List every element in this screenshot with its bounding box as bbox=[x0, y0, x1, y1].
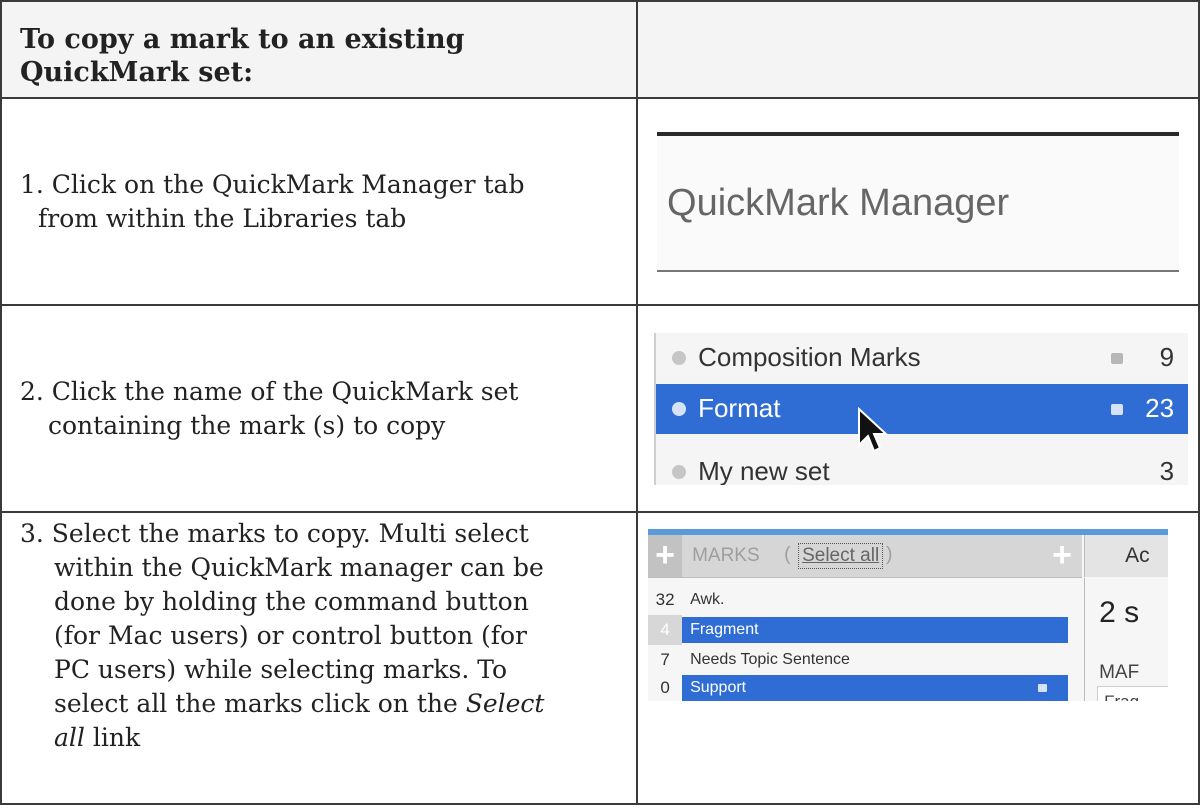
mark-count: 7 bbox=[660, 650, 670, 669]
step-1-cell: 1. Click on the QuickMark Manager tab fr… bbox=[0, 97, 639, 306]
mark-label: Fragment bbox=[682, 617, 1069, 643]
tab-top-rule bbox=[657, 131, 1180, 136]
set-count: 23 bbox=[1145, 392, 1175, 423]
marks-header-title: MARKS bbox=[692, 545, 760, 566]
section-title-line1: To copy a mark to an existing bbox=[20, 23, 465, 55]
set-count: 3 bbox=[1159, 455, 1175, 485]
mark-count: 0 bbox=[660, 678, 670, 697]
selected-mark-chip: Frag bbox=[1097, 686, 1169, 701]
step-2-cell: 2. Click the name of the QuickMark set c… bbox=[0, 304, 639, 513]
set-name: Format bbox=[698, 392, 781, 423]
quickmark-manager-tab-image: QuickMark Manager bbox=[657, 131, 1180, 272]
set-row-my-new-set[interactable]: My new set 3 bbox=[656, 447, 1188, 485]
add-set-plus-icon[interactable]: + bbox=[648, 535, 683, 577]
set-dot-icon bbox=[672, 401, 687, 416]
set-dot-icon bbox=[672, 350, 687, 365]
mark-count: 4 bbox=[648, 615, 683, 645]
lock-icon bbox=[1111, 352, 1124, 364]
select-all-link[interactable]: Select all bbox=[798, 543, 884, 569]
set-name: My new set bbox=[698, 455, 830, 485]
section-title: To copy a mark to an existing QuickMark … bbox=[2, 11, 636, 89]
add-mark-plus-icon[interactable]: + bbox=[1042, 535, 1082, 577]
step-2-image-cell: Composition Marks 9 Format 23 My new set… bbox=[636, 304, 1200, 513]
right-pane-header: Ac bbox=[1084, 535, 1169, 577]
marks-list-image: + MARKS ( Select all ) + Ac 32 Awk. 4 Fr… bbox=[648, 529, 1169, 701]
mark-row-fragment[interactable]: 4 Fragment bbox=[648, 615, 1082, 645]
mouse-cursor-icon bbox=[858, 406, 889, 452]
step-1-image-cell: QuickMark Manager bbox=[636, 97, 1200, 306]
set-name: Composition Marks bbox=[698, 341, 921, 372]
step-2-text: 2. Click the name of the QuickMark set c… bbox=[20, 376, 519, 440]
set-dot-icon bbox=[672, 464, 687, 479]
lock-icon bbox=[1111, 403, 1124, 415]
set-row-composition-marks[interactable]: Composition Marks 9 bbox=[656, 333, 1188, 383]
mark-row-needs-topic-sentence[interactable]: 7 Needs Topic Sentence bbox=[648, 645, 1082, 675]
step-3-image-cell: + MARKS ( Select all ) + Ac 32 Awk. 4 Fr… bbox=[636, 511, 1200, 805]
quickmark-sets-image: Composition Marks 9 Format 23 My new set… bbox=[654, 332, 1189, 485]
tab-bottom-rule bbox=[657, 269, 1180, 272]
set-count: 9 bbox=[1159, 341, 1175, 372]
marks-header: + MARKS ( Select all ) + bbox=[648, 535, 1083, 578]
quickmark-manager-tab[interactable]: QuickMark Manager bbox=[667, 182, 1009, 225]
mark-label: Support bbox=[682, 675, 1069, 701]
mark-row-awk[interactable]: 32 Awk. bbox=[648, 585, 1082, 615]
step-3-text: 3. Select the marks to copy. Multi selec… bbox=[20, 519, 545, 752]
set-row-format[interactable]: Format 23 bbox=[656, 383, 1189, 434]
step-3-cell: 3. Select the marks to copy. Multi selec… bbox=[0, 511, 639, 805]
header-cell: To copy a mark to an existing QuickMark … bbox=[0, 0, 639, 99]
mark-label: Awk. bbox=[690, 591, 725, 608]
section-title-line2: QuickMark set: bbox=[20, 56, 254, 88]
step-1-text: 1. Click on the QuickMark Manager tab fr… bbox=[20, 169, 525, 233]
lock-icon bbox=[1038, 684, 1048, 692]
mark-count: 32 bbox=[655, 590, 675, 609]
header-empty-cell bbox=[636, 0, 1200, 99]
instructions-table: To copy a mark to an existing QuickMark … bbox=[0, 0, 1200, 805]
mark-label: Needs Topic Sentence bbox=[690, 651, 850, 668]
mark-row-support[interactable]: 0 Support bbox=[648, 673, 1082, 701]
right-pane: 2 s MAF Frag bbox=[1084, 578, 1169, 701]
